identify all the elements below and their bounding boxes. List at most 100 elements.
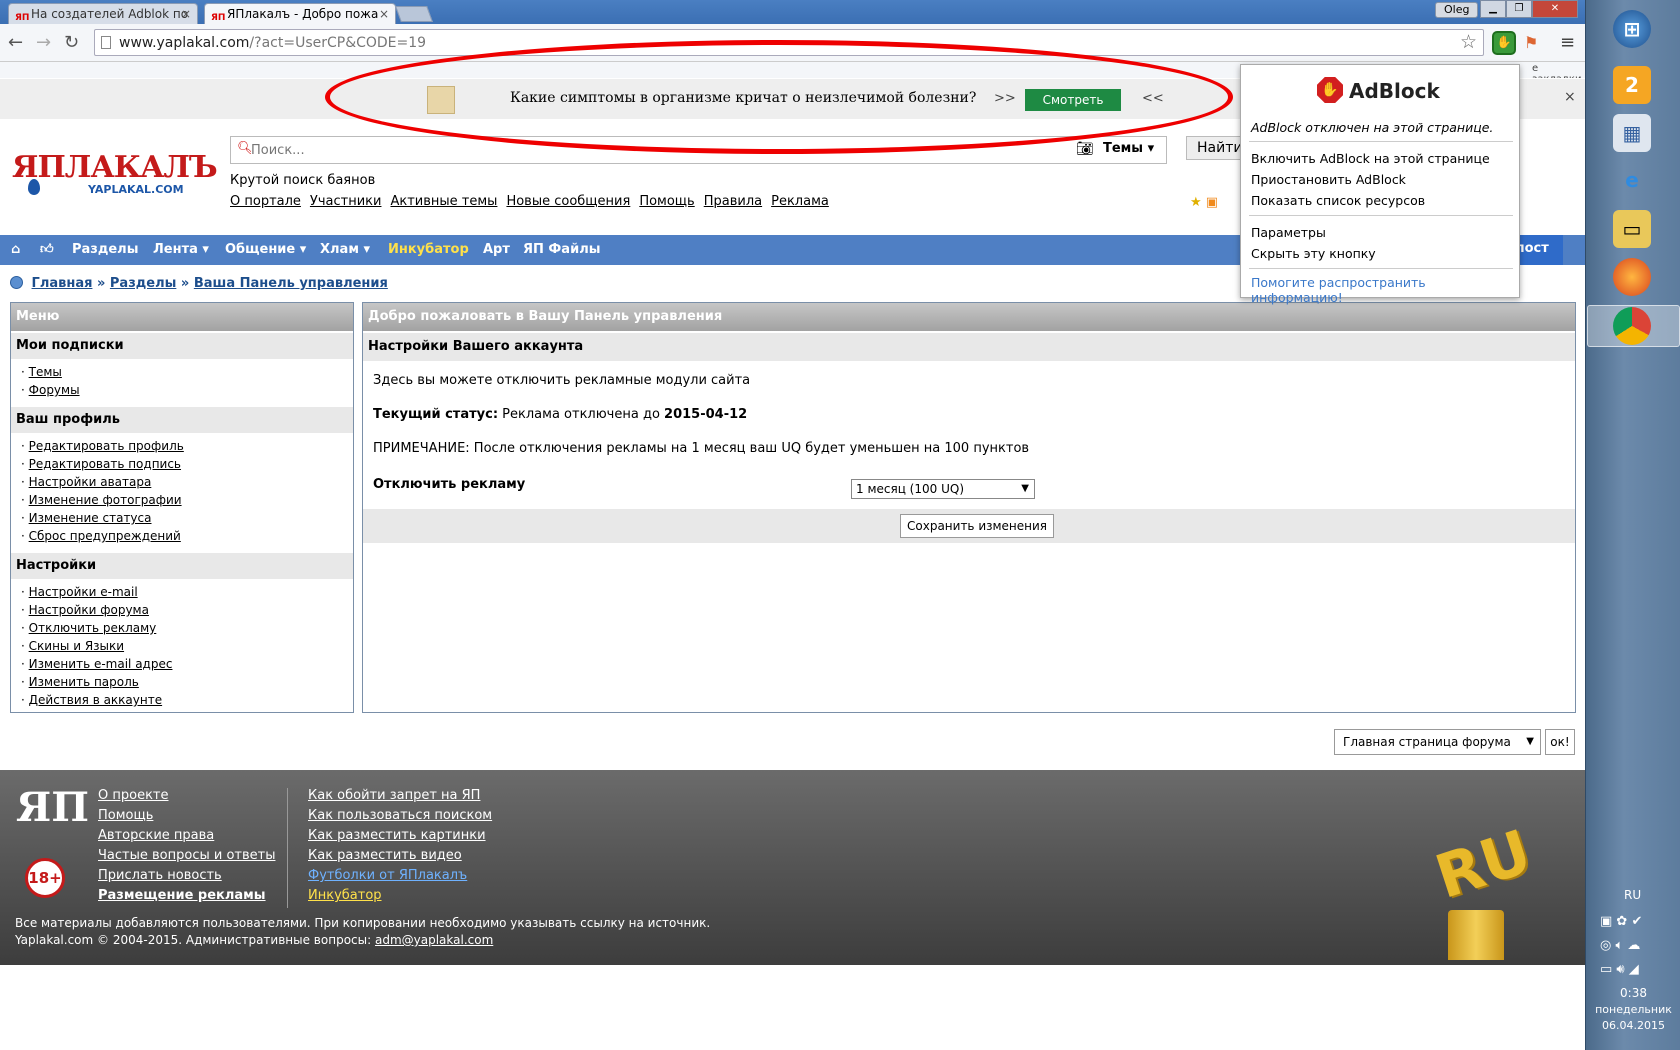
adblock-spread-word-link[interactable]: Помогите распространить информацию! xyxy=(1251,275,1519,305)
tray-icons-row-3[interactable]: ▭ 🔊︎ ◢ xyxy=(1600,962,1639,977)
close-window-icon[interactable]: ✕ xyxy=(1532,0,1578,18)
rss-icon[interactable]: ▣ xyxy=(1206,195,1218,210)
nav-sections[interactable]: Разделы xyxy=(72,242,138,257)
start-button-icon[interactable]: ⊞ xyxy=(1613,10,1651,48)
search-input[interactable] xyxy=(251,140,1071,160)
adblock-hide-button[interactable]: Скрыть эту кнопку xyxy=(1251,246,1376,261)
footer-link-search-howto[interactable]: Как пользоваться поиском xyxy=(308,808,492,823)
menu-item-disable-ads[interactable]: Отключить рекламу xyxy=(29,621,157,635)
breadcrumb-control-panel[interactable]: Ваша Панель управления xyxy=(194,276,388,291)
calculator-icon[interactable]: ▦ xyxy=(1613,114,1651,152)
footer-admin-email[interactable]: adm@yaplakal.com xyxy=(375,933,493,947)
link-ads[interactable]: Реклама xyxy=(771,194,829,209)
minimize-icon[interactable]: ▁ xyxy=(1480,0,1506,18)
nav-incubator[interactable]: Инкубатор xyxy=(388,242,469,257)
adblock-options[interactable]: Параметры xyxy=(1251,225,1326,240)
reload-icon[interactable]: ↻ xyxy=(64,32,79,53)
nav-files[interactable]: ЯП Файлы xyxy=(523,242,600,257)
maximize-icon[interactable]: ❐ xyxy=(1506,0,1532,18)
firefox-icon[interactable] xyxy=(1613,258,1651,296)
footer-logo[interactable]: ЯП xyxy=(16,784,89,831)
menu-item-forums[interactable]: Форумы xyxy=(29,383,80,397)
file-explorer-icon[interactable]: ▭ xyxy=(1613,210,1651,248)
footer-link-about[interactable]: О проекте xyxy=(98,788,169,803)
footer-link-send-news[interactable]: Прислать новость xyxy=(98,868,222,883)
adblock-show-resources[interactable]: Показать список ресурсов xyxy=(1251,193,1425,208)
nav-art[interactable]: Арт xyxy=(483,242,510,257)
tab-1[interactable]: ЯП На создателей Adblok по × xyxy=(8,3,198,24)
menu-item-forum-settings[interactable]: Настройки форума xyxy=(29,603,149,617)
close-tab-icon[interactable]: × xyxy=(379,4,389,24)
footer-link-video-howto[interactable]: Как разместить видео xyxy=(308,848,462,863)
footer-link-bypass-ban[interactable]: Как обойти запрет на ЯП xyxy=(308,788,480,803)
menu-item-topics[interactable]: Темы xyxy=(29,365,62,379)
breadcrumb-home[interactable]: Главная xyxy=(32,276,93,291)
link-active-topics[interactable]: Активные темы xyxy=(390,194,497,209)
adblock-enable-on-page[interactable]: Включить AdBlock на этой странице xyxy=(1251,151,1490,166)
nav-feed[interactable]: Лента ▾ xyxy=(153,242,209,257)
forum-jump-select[interactable]: Главная страница форума ▼ xyxy=(1334,729,1541,755)
ad-close-icon[interactable]: × xyxy=(1564,89,1576,105)
menu-item-change-email[interactable]: Изменить e-mail адрес xyxy=(29,657,173,671)
like-icon[interactable]: 👍︎ xyxy=(40,242,54,257)
ad-thumbnail[interactable] xyxy=(427,86,455,114)
close-tab-icon[interactable]: × xyxy=(181,4,191,24)
language-indicator[interactable]: RU xyxy=(1624,888,1641,902)
clock-time[interactable]: 0:38 xyxy=(1586,986,1680,1000)
new-tab-button[interactable] xyxy=(395,6,433,22)
save-changes-button[interactable]: Сохранить изменения xyxy=(900,514,1055,538)
footer-link-tshirts[interactable]: Футболки от ЯПлакалъ xyxy=(308,868,467,883)
tray-icons-row-1[interactable]: ▣ ✿ ✔ xyxy=(1600,914,1642,929)
search-scope-select[interactable]: Темы ▾ xyxy=(1103,141,1154,156)
footer-link-help[interactable]: Помощь xyxy=(98,808,153,823)
footer-link-incubator[interactable]: Инкубатор xyxy=(308,888,382,903)
site-logo-sub[interactable]: YAPLAKAL.COM xyxy=(88,183,184,196)
ad-text[interactable]: Какие симптомы в организме кричат о неиз… xyxy=(510,90,976,106)
disable-ads-select[interactable]: 1 месяц (100 UQ) ▼ xyxy=(851,479,1035,499)
extension-icon[interactable]: ⚑ xyxy=(1524,33,1538,52)
tab-2-active[interactable]: ЯП ЯПлакалъ - Добро пожа × xyxy=(204,3,396,24)
link-help[interactable]: Помощь xyxy=(639,194,694,209)
menu-item-skins-languages[interactable]: Скины и Языки xyxy=(29,639,124,653)
favorites-star-icon[interactable]: ★ xyxy=(1190,195,1202,210)
footer-link-images-howto[interactable]: Как разместить картинки xyxy=(308,828,486,843)
site-logo[interactable]: ЯПЛАКАЛЪ xyxy=(12,150,218,185)
link-members[interactable]: Участники xyxy=(310,194,382,209)
url-text[interactable]: www.yaplakal.com/?act=UserCP&CODE=19 xyxy=(119,35,426,51)
other-bookmarks[interactable]: е закладки xyxy=(1532,63,1585,78)
forum-jump-ok-button[interactable]: ок! xyxy=(1545,729,1575,755)
footer-link-copyright[interactable]: Авторские права xyxy=(98,828,214,843)
back-icon[interactable]: ← xyxy=(8,32,23,53)
adblock-pause[interactable]: Приостановить AdBlock xyxy=(1251,172,1406,187)
menu-item-reset-warnings[interactable]: Сброс предупреждений xyxy=(29,529,181,543)
breadcrumb-sections[interactable]: Разделы xyxy=(110,276,176,291)
forward-icon[interactable]: → xyxy=(36,32,51,53)
profile-badge[interactable]: Oleg xyxy=(1435,2,1479,18)
nav-communication[interactable]: Общение ▾ xyxy=(225,242,306,257)
link-about[interactable]: О портале xyxy=(230,194,301,209)
menu-item-change-photo[interactable]: Изменение фотографии xyxy=(29,493,182,507)
adblock-extension-icon[interactable]: ✋ xyxy=(1492,31,1516,55)
menu-item-change-status[interactable]: Изменение статуса xyxy=(29,511,152,525)
browser-menu-icon[interactable]: ≡ xyxy=(1560,32,1575,53)
link-rules[interactable]: Правила xyxy=(704,194,762,209)
nav-junk[interactable]: Хлам ▾ xyxy=(320,242,370,257)
internet-explorer-icon[interactable]: e xyxy=(1613,161,1651,199)
link-new-messages[interactable]: Новые сообщения xyxy=(506,194,630,209)
footer-link-advertising[interactable]: Размещение рекламы xyxy=(98,888,266,903)
menu-item-change-password[interactable]: Изменить пароль xyxy=(29,675,139,689)
menu-item-account-actions[interactable]: Действия в аккаунте xyxy=(29,693,162,707)
camera-icon[interactable]: 📷︎ xyxy=(1076,141,1094,157)
address-bar[interactable]: www.yaplakal.com/?act=UserCP&CODE=19 ☆ xyxy=(94,29,1484,56)
chrome-icon[interactable] xyxy=(1613,307,1651,345)
footer-link-faq[interactable]: Частые вопросы и ответы xyxy=(98,848,275,863)
ad-watch-button[interactable]: Смотреть xyxy=(1025,89,1121,111)
tray-icons-row-2[interactable]: ◎ 🔈︎ ☁ xyxy=(1600,938,1640,953)
notification-badge-icon[interactable]: 2 xyxy=(1613,66,1651,104)
menu-item-edit-signature[interactable]: Редактировать подпись xyxy=(29,457,181,471)
menu-item-edit-profile[interactable]: Редактировать профиль xyxy=(29,439,184,453)
menu-item-email-settings[interactable]: Настройки e-mail xyxy=(29,585,138,599)
bookmark-star-icon[interactable]: ☆ xyxy=(1460,31,1477,53)
home-icon[interactable]: ⌂ xyxy=(11,242,20,257)
menu-item-avatar-settings[interactable]: Настройки аватара xyxy=(29,475,152,489)
